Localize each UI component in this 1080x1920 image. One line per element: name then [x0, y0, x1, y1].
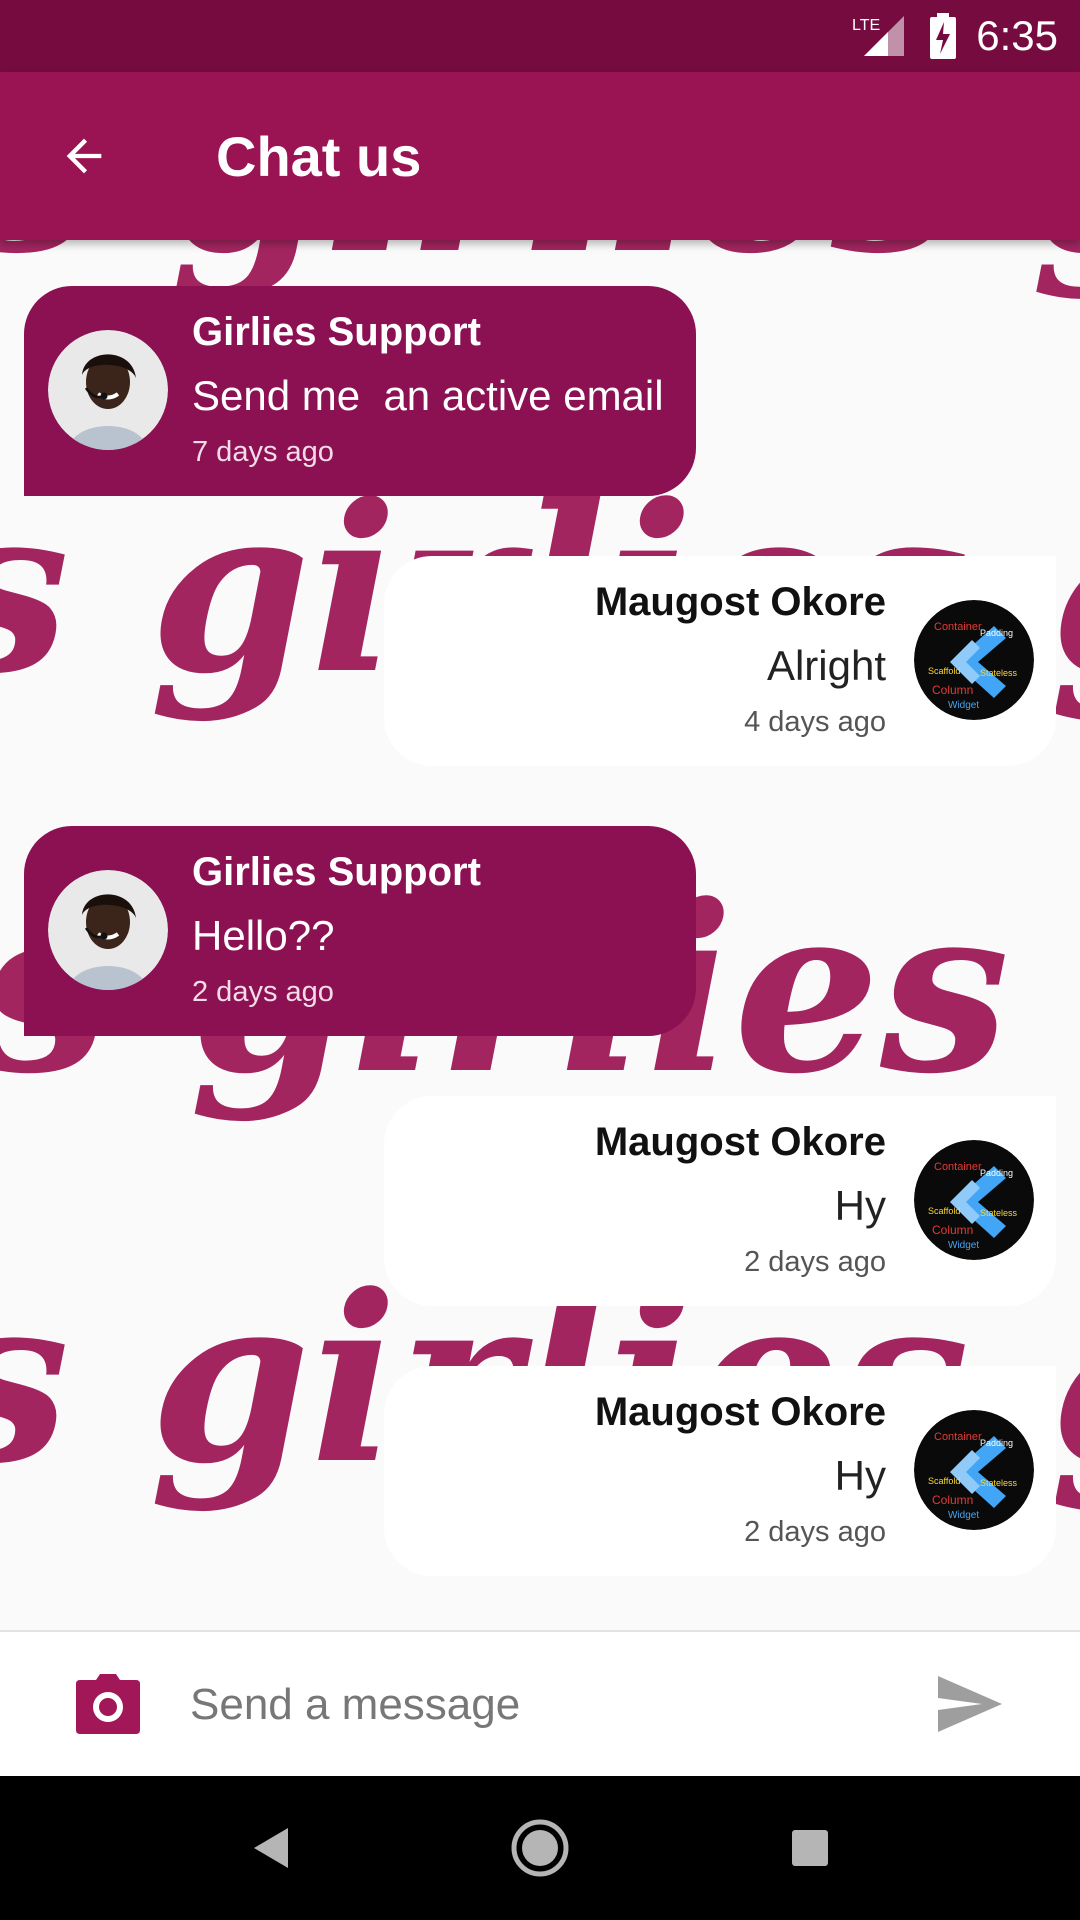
sender-name: Maugost Okore: [594, 1120, 886, 1164]
user-avatar[interactable]: Container Padding Scaffold Stateless Col…: [914, 1410, 1034, 1530]
svg-text:Container: Container: [934, 1431, 982, 1443]
system-nav-bar: [0, 1776, 1080, 1920]
svg-text:Widget: Widget: [948, 700, 979, 711]
svg-text:LTE: LTE: [852, 17, 880, 34]
message-bubble-user[interactable]: Container Padding Scaffold Stateless Col…: [384, 1096, 1056, 1306]
svg-text:Scaffold: Scaffold: [928, 666, 960, 676]
app-bar: Chat us: [0, 72, 1080, 240]
message-text: Send me an active email: [192, 372, 664, 419]
nav-home-icon: [511, 1819, 569, 1877]
svg-text:Padding: Padding: [980, 1168, 1013, 1178]
status-icons: LTE 6:35: [852, 8, 1058, 64]
status-time: 6:35: [976, 12, 1058, 59]
nav-recents-button[interactable]: [778, 1816, 842, 1880]
svg-text:Scaffold: Scaffold: [928, 1206, 960, 1216]
nav-home-button[interactable]: [508, 1816, 572, 1880]
message-time: 2 days ago: [192, 976, 334, 1008]
user-avatar[interactable]: Container Padding Scaffold Stateless Col…: [914, 1140, 1034, 1260]
back-button[interactable]: [54, 126, 114, 186]
svg-text:Stateless: Stateless: [980, 1208, 1018, 1218]
svg-text:Scaffold: Scaffold: [928, 1476, 960, 1486]
svg-text:Column: Column: [932, 1493, 973, 1507]
message-text: Alright: [766, 642, 886, 689]
chat-list[interactable]: s girlies g s girlies g s girlies g s gi…: [0, 240, 1080, 1630]
user-avatar[interactable]: Container Padding Scaffold Stateless Col…: [914, 600, 1034, 720]
nav-back-button[interactable]: [240, 1816, 304, 1880]
sender-name: Girlies Support: [192, 850, 481, 894]
svg-text:Container: Container: [934, 621, 982, 633]
arrow-back-icon: [66, 138, 102, 174]
battery-charging-icon: [930, 13, 957, 59]
message-composer: [0, 1630, 1080, 1776]
message-time: 2 days ago: [744, 1516, 886, 1548]
message-bubble-support[interactable]: Girlies Support Hello?? 2 days ago: [24, 826, 696, 1036]
svg-text:Column: Column: [932, 1223, 973, 1237]
message-time: 4 days ago: [744, 706, 886, 738]
send-icon: [938, 1676, 1002, 1732]
camera-button[interactable]: [74, 1672, 142, 1736]
svg-text:Widget: Widget: [948, 1240, 979, 1251]
message-time: 2 days ago: [744, 1246, 886, 1278]
svg-text:Column: Column: [932, 683, 973, 697]
sender-name: Girlies Support: [192, 310, 481, 354]
message-text: Hy: [834, 1452, 886, 1499]
svg-text:Padding: Padding: [980, 628, 1013, 638]
sender-name: Maugost Okore: [594, 1390, 886, 1434]
message-input[interactable]: [190, 1662, 890, 1748]
message-bubble-support[interactable]: Girlies Support Send me an active email …: [24, 286, 696, 496]
message-bubble-user[interactable]: Container Padding Scaffold Stateless Col…: [384, 556, 1056, 766]
svg-text:Stateless: Stateless: [980, 668, 1018, 678]
page-title: Chat us: [216, 125, 422, 188]
svg-text:Stateless: Stateless: [980, 1478, 1018, 1488]
camera-icon: [76, 1674, 140, 1734]
message-text: Hello??: [192, 912, 335, 959]
message-bubble-user[interactable]: Container Padding Scaffold Stateless Col…: [384, 1366, 1056, 1576]
sender-name: Maugost Okore: [594, 580, 886, 624]
send-button[interactable]: [934, 1672, 1004, 1736]
support-avatar[interactable]: [48, 330, 168, 450]
lte-signal-icon: LTE: [852, 16, 905, 56]
svg-text:Widget: Widget: [948, 1510, 979, 1521]
svg-text:Padding: Padding: [980, 1438, 1013, 1448]
message-text: Hy: [834, 1182, 886, 1229]
support-avatar[interactable]: [48, 870, 168, 990]
svg-text:Container: Container: [934, 1161, 982, 1173]
nav-recents-icon: [792, 1830, 828, 1866]
message-time: 7 days ago: [192, 436, 334, 468]
nav-back-icon: [254, 1828, 288, 1868]
status-bar: LTE 6:35: [0, 0, 1080, 72]
